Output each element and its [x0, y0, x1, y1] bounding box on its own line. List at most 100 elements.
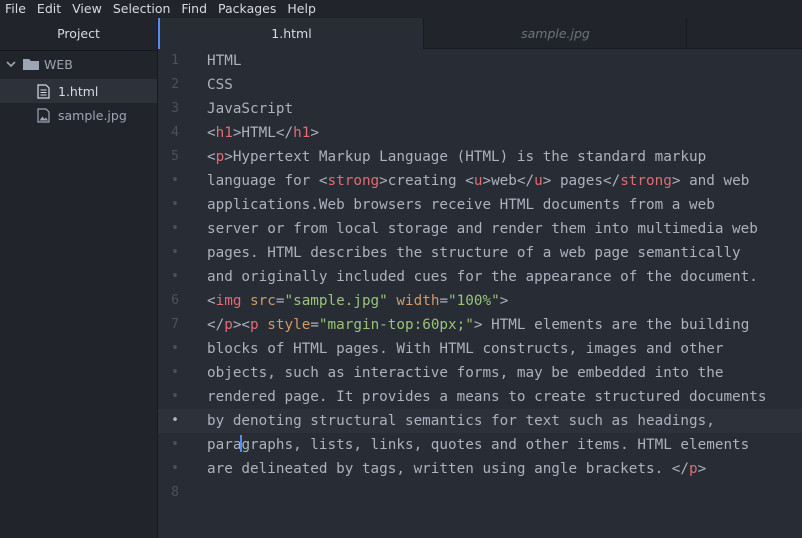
line-number: 3: [171, 101, 179, 116]
line-number: 6: [171, 293, 179, 308]
editor-line[interactable]: 5 <p>Hypertext Markup Language (HTML) is …: [158, 145, 802, 169]
line-number: 2: [171, 77, 179, 92]
tree-file-sample-jpg[interactable]: sample.jpg: [0, 103, 157, 127]
menu-packages[interactable]: Packages: [213, 0, 282, 18]
tab-1-html[interactable]: 1.html: [158, 18, 423, 49]
line-number: •: [171, 269, 179, 284]
code-token: >web</: [482, 173, 535, 189]
editor-line[interactable]: 4 <h1>HTML</h1>: [158, 121, 802, 145]
code-token: p: [689, 461, 698, 477]
line-code: JavaScript: [207, 97, 293, 121]
editor-line[interactable]: • language for <strong>creating <u>web</u…: [158, 169, 802, 193]
editor-line[interactable]: 1 HTML: [158, 49, 802, 73]
code-token: by denoting structural semantics for tex…: [207, 413, 715, 429]
code-token: <: [207, 293, 216, 309]
line-number: •: [171, 221, 179, 236]
line-code: </p><p style="margin-top:60px;"> HTML el…: [207, 313, 749, 337]
editor-line[interactable]: • by denoting structural semantics for te…: [158, 409, 802, 433]
editor-line[interactable]: • objects, such as interactive forms, may…: [158, 361, 802, 385]
image-file-icon: [37, 108, 50, 123]
code-token: p: [215, 149, 225, 165]
code-token: img: [215, 293, 242, 309]
editor-line[interactable]: 3 JavaScript: [158, 97, 802, 121]
tab-bar-empty-area: [686, 18, 802, 48]
editor-line[interactable]: 7 </p><p style="margin-top:60px;"> HTML e…: [158, 313, 802, 337]
line-number: 8: [171, 485, 179, 500]
code-token: blocks of HTML pages. With HTML construc…: [207, 341, 724, 357]
code-token: para: [207, 437, 242, 453]
code-token: </: [207, 317, 225, 333]
line-number: •: [171, 173, 179, 188]
editor-line[interactable]: • applications.Web browsers receive HTML …: [158, 193, 802, 217]
editor-line[interactable]: • and originally included cues for the ap…: [158, 265, 802, 289]
code-token: > and web: [671, 173, 750, 189]
line-number: •: [171, 365, 179, 380]
code-token: "margin-top:60px;": [318, 317, 474, 333]
editor-line[interactable]: • pages. HTML describes the structure of …: [158, 241, 802, 265]
tree-file-1-html[interactable]: 1.html: [0, 79, 157, 103]
code-token: applications.Web browsers receive HTML d…: [207, 197, 715, 213]
tree-folder-label: WEB: [44, 56, 73, 72]
code-token: =: [439, 293, 449, 309]
code-token: >Hypertext Markup Language (HTML) is the…: [224, 149, 707, 165]
line-code: server or from local storage and render …: [207, 217, 758, 241]
line-code: <p>Hypertext Markup Language (HTML) is t…: [207, 145, 706, 169]
line-code: are delineated by tags, written using an…: [207, 457, 706, 481]
code-token: objects, such as interactive forms, may …: [207, 365, 724, 381]
editor-line[interactable]: 8: [158, 481, 802, 505]
editor-line[interactable]: • paragraphs, lists, links, quotes and ot…: [158, 433, 802, 457]
editor-line[interactable]: 6 <img src="sample.jpg" width="100%">: [158, 289, 802, 313]
project-panel-title[interactable]: Project: [0, 18, 157, 51]
code-token: > pages</: [542, 173, 621, 189]
code-token: HTML: [207, 53, 242, 69]
line-number: •: [171, 413, 179, 428]
code-token: pages. HTML describes the structure of a…: [207, 245, 741, 261]
menu-selection[interactable]: Selection: [108, 0, 177, 18]
editor-line[interactable]: • blocks of HTML pages. With HTML constru…: [158, 337, 802, 361]
code-token: ><: [232, 317, 251, 333]
line-code: applications.Web browsers receive HTML d…: [207, 193, 715, 217]
code-token: h1: [293, 125, 311, 141]
line-number: •: [171, 341, 179, 356]
code-editor[interactable]: 1 HTML 2 CSS 3 JavaScript 4 <h1>HTML</h1> 5 <p>Hy…: [158, 49, 802, 538]
code-token: h1: [215, 125, 233, 141]
code-token: u: [534, 173, 543, 189]
code-token: p: [250, 317, 259, 333]
chevron-down-icon: [6, 61, 16, 68]
editor-line[interactable]: • server or from local storage and render…: [158, 217, 802, 241]
code-token: "sample.jpg": [284, 293, 388, 309]
folder-icon: [23, 59, 39, 70]
code-token: >creating <: [379, 173, 474, 189]
code-token: > HTML elements are the building: [473, 317, 750, 333]
code-token: are delineated by tags, written using an…: [207, 461, 690, 477]
code-token: width: [396, 293, 440, 309]
tab-sample-jpg[interactable]: sample.jpg: [423, 18, 687, 48]
menu-find[interactable]: Find: [176, 0, 213, 18]
line-code: paragraphs, lists, links, quotes and oth…: [207, 433, 749, 457]
menu-file[interactable]: File: [0, 0, 32, 18]
line-code: language for <strong>creating <u>web</u>…: [207, 169, 749, 193]
code-token: language for <: [207, 173, 328, 189]
menu-help[interactable]: Help: [282, 0, 322, 18]
line-code: and originally included cues for the app…: [207, 265, 758, 289]
code-token: >: [310, 125, 319, 141]
code-token: >: [697, 461, 707, 477]
line-code: rendered page. It provides a means to cr…: [207, 385, 766, 409]
file-text-icon: [37, 84, 50, 99]
line-number: •: [171, 437, 179, 452]
line-code: <img src="sample.jpg" width="100%">: [207, 289, 508, 313]
menu-view[interactable]: View: [67, 0, 108, 18]
editor-line[interactable]: • rendered page. It provides a means to c…: [158, 385, 802, 409]
editor-line[interactable]: • are delineated by tags, written using a…: [158, 457, 802, 481]
line-number: 5: [171, 149, 179, 164]
code-token: =: [310, 317, 319, 333]
line-number: •: [171, 245, 179, 260]
line-number: 7: [171, 317, 179, 332]
menu-edit[interactable]: Edit: [32, 0, 67, 18]
tab-bar: 1.html sample.jpg: [158, 18, 802, 49]
tree-folder-web[interactable]: WEB: [0, 52, 157, 76]
editor-line[interactable]: 2 CSS: [158, 73, 802, 97]
line-number: •: [171, 389, 179, 404]
